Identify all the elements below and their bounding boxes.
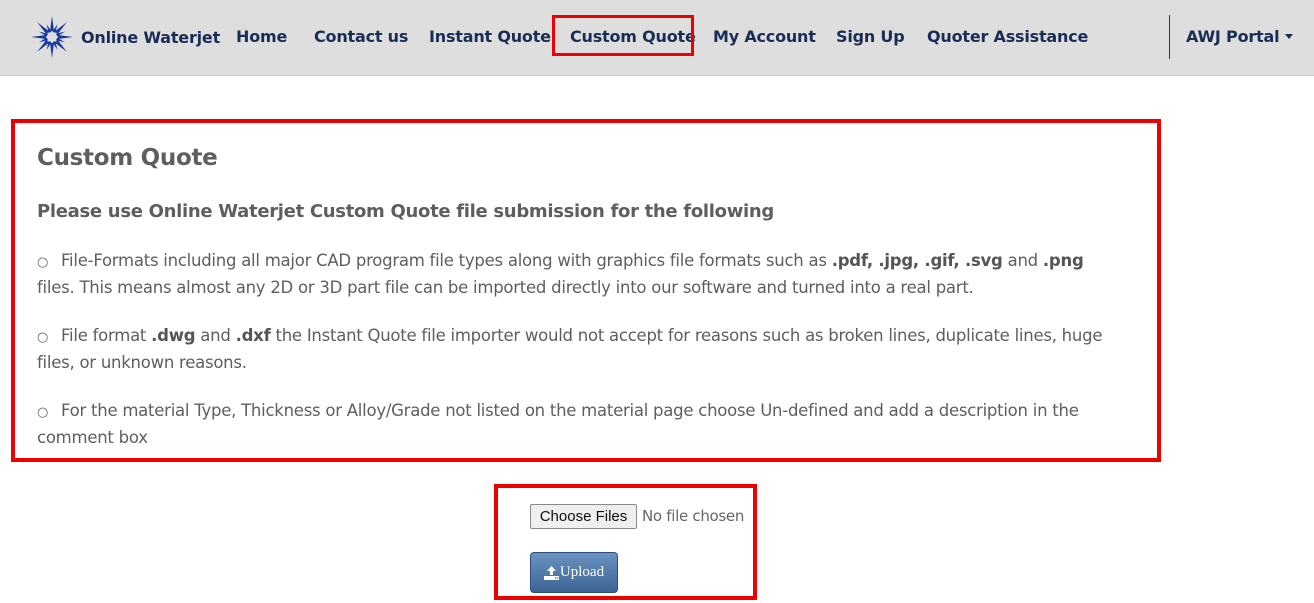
- bullet-emphasis-text: .png: [1042, 251, 1084, 270]
- nav-instant-quote[interactable]: Instant Quote: [429, 27, 551, 46]
- bullet-text: and: [1002, 251, 1043, 270]
- bullet-circle-icon: ○: [37, 255, 49, 270]
- upload-icon: [543, 565, 559, 580]
- bullet-emphasis-text: .dxf: [235, 326, 271, 345]
- bullet-item-file-formats: ○ File-Formats including all major CAD pr…: [37, 248, 1117, 300]
- file-status-text: No file chosen: [642, 507, 745, 525]
- awj-portal-dropdown[interactable]: AWJ Portal: [1186, 27, 1294, 46]
- bullet-text: files. This means almost any 2D or 3D pa…: [37, 278, 974, 297]
- caret-down-icon: [1285, 34, 1294, 39]
- nav-sign-up[interactable]: Sign Up: [836, 27, 905, 46]
- starburst-logo-icon: [31, 16, 73, 58]
- nav-contact-us[interactable]: Contact us: [314, 27, 408, 46]
- nav-home[interactable]: Home: [236, 27, 287, 46]
- nav-quoter-assistance[interactable]: Quoter Assistance: [927, 27, 1088, 46]
- top-navbar: Online Waterjet Home Contact us Instant …: [0, 0, 1314, 76]
- page-title: Custom Quote: [37, 145, 218, 171]
- nav-my-account[interactable]: My Account: [713, 27, 816, 46]
- brand-name: Online Waterjet: [81, 27, 221, 47]
- bullet-circle-icon: ○: [37, 405, 49, 420]
- brand-link[interactable]: Online Waterjet: [30, 16, 220, 58]
- bullet-emphasis-text: .pdf, .jpg, .gif, .svg: [831, 251, 1003, 270]
- upload-button[interactable]: Upload: [530, 552, 618, 593]
- bullet-text: File format: [61, 326, 152, 345]
- bullet-item-material: ○ For the material Type, Thickness or All…: [37, 398, 1117, 450]
- upload-button-label: Upload: [559, 564, 605, 580]
- nav-divider: [1169, 15, 1170, 59]
- bullet-text: For the material Type, Thickness or Allo…: [37, 401, 1079, 447]
- bullet-text: and: [195, 326, 236, 345]
- awj-portal-label: AWJ Portal: [1186, 27, 1280, 46]
- bullet-emphasis-text: .dwg: [151, 326, 196, 345]
- custom-quote-highlight-box: [552, 15, 694, 56]
- bullet-item-dwg-dxf: ○ File format .dwg and .dxf the Instant Q…: [37, 323, 1117, 375]
- page-subtitle: Please use Online Waterjet Custom Quote …: [37, 201, 775, 222]
- bullet-text: File-Formats including all major CAD pro…: [61, 251, 832, 270]
- bullet-circle-icon: ○: [37, 330, 49, 345]
- choose-files-button[interactable]: Choose Files: [530, 504, 637, 529]
